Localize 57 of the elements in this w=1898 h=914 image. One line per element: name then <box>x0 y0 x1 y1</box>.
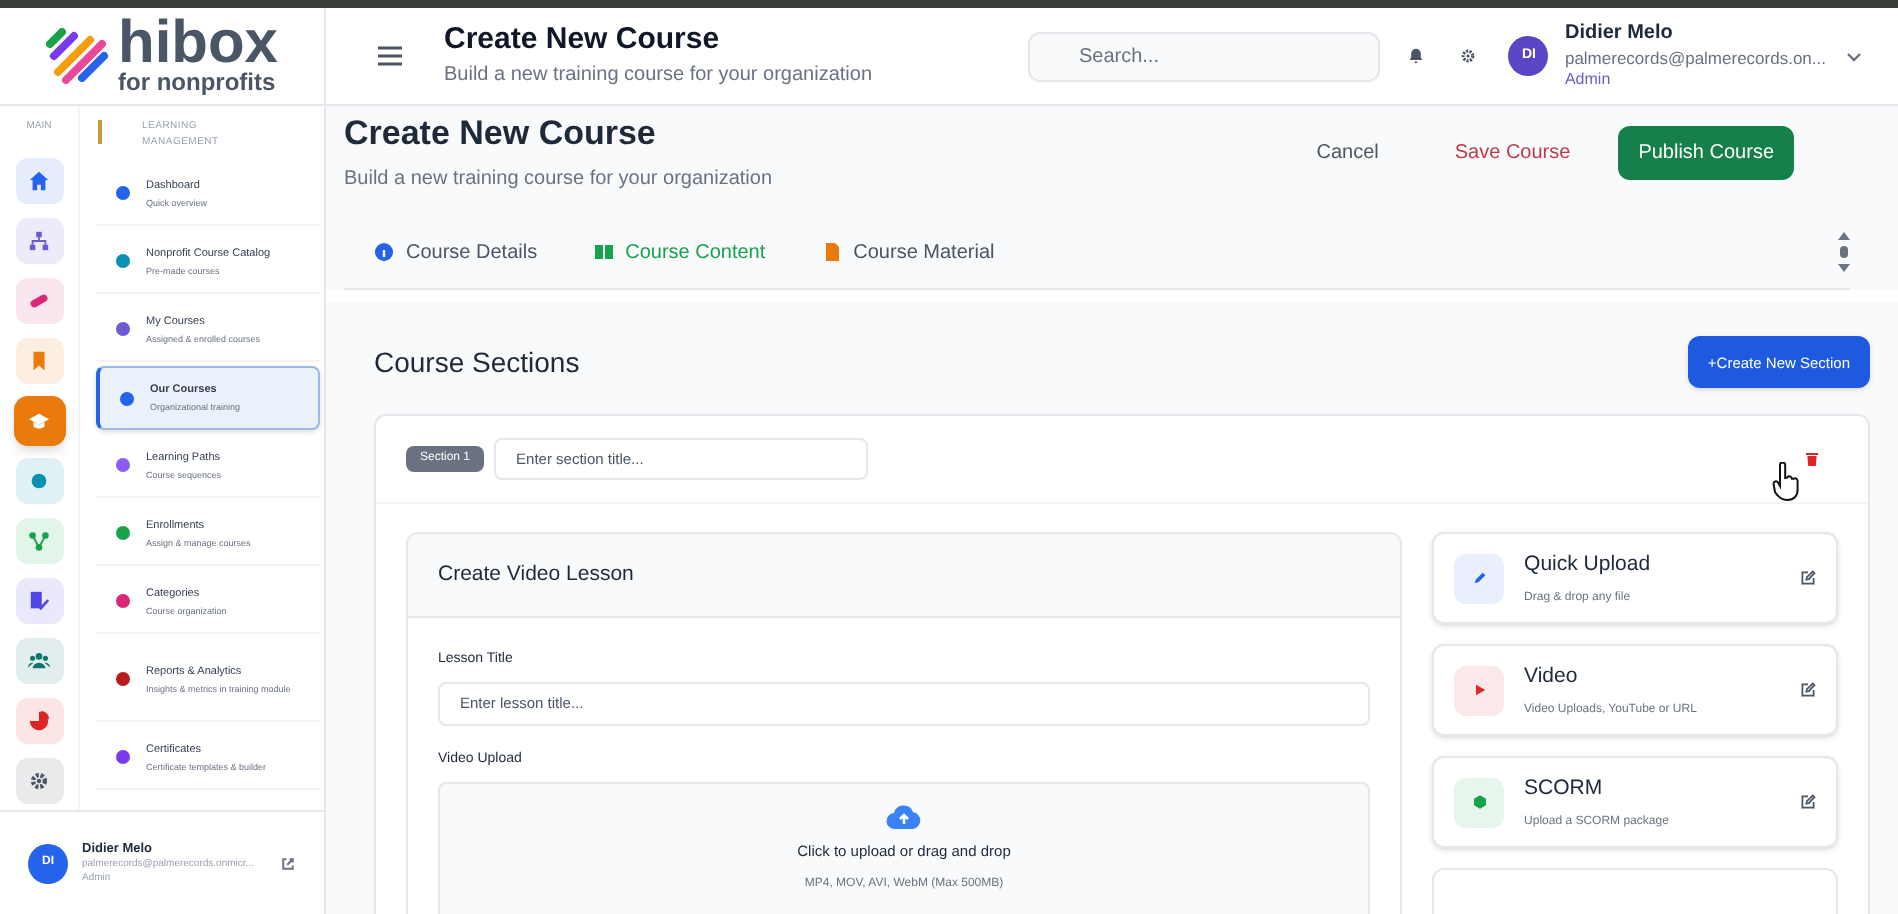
rail-button[interactable] <box>13 695 65 745</box>
publish-course-button[interactable]: Publish Course <box>1618 125 1794 179</box>
bell-icon[interactable] <box>1408 48 1425 64</box>
save-course-button[interactable]: Save Course <box>1426 126 1599 178</box>
settings-icon[interactable] <box>1460 48 1477 64</box>
rail-button[interactable] <box>13 155 65 205</box>
lesson-type-title: Video <box>1524 661 1580 692</box>
play-icon <box>1471 682 1488 699</box>
search-field[interactable]: Search... <box>1028 31 1381 81</box>
delete-icon[interactable] <box>1806 452 1818 467</box>
circle-icon <box>28 469 50 491</box>
document-icon <box>821 242 842 263</box>
tab[interactable]: Course Material <box>821 237 995 268</box>
rail-button[interactable] <box>13 575 65 625</box>
edit-icon[interactable] <box>1800 682 1816 699</box>
user-role: Admin <box>1564 69 1613 90</box>
user-name: Didier Melo <box>1564 22 1675 48</box>
tab[interactable]: Course Details <box>374 237 538 268</box>
hierarchy-icon <box>28 229 50 251</box>
rail-button[interactable] <box>13 455 65 505</box>
cloud-upload-icon <box>886 804 923 831</box>
info-icon <box>374 242 394 263</box>
logo-wordmark: hibox <box>118 18 278 70</box>
rail-button[interactable] <box>13 275 65 325</box>
people-icon <box>28 649 50 671</box>
header-subtitle: Build a new training course for your organization <box>444 61 873 90</box>
lesson-card-title: Create Video Lesson <box>438 559 634 590</box>
package-icon <box>1471 794 1488 811</box>
scroll-arrows-icon[interactable] <box>1838 230 1850 275</box>
pie-chart-icon <box>28 709 50 731</box>
document-edit-icon <box>28 589 50 611</box>
menu-icon[interactable] <box>378 46 402 66</box>
header-title: Create New Course <box>444 22 722 60</box>
settings-icon <box>28 769 50 791</box>
lesson-type-title: Quick Upload <box>1524 549 1653 580</box>
nodes-icon <box>28 529 50 551</box>
page-subtitle: Build a new training course for your organization <box>344 166 773 195</box>
edit-icon[interactable] <box>1800 570 1816 587</box>
page-title: Create New Course <box>344 112 658 155</box>
sections-heading: Course Sections <box>374 343 580 382</box>
rail-button[interactable] <box>13 215 65 265</box>
pencil-icon <box>1471 570 1488 587</box>
user-email: palmerecords@palmerecords.on... <box>1564 47 1826 70</box>
cancel-button[interactable]: Cancel <box>1288 126 1407 178</box>
graduation-cap-icon <box>28 409 50 431</box>
lesson-type-title: SCORM <box>1524 773 1605 804</box>
logo-icon <box>46 28 110 84</box>
external-link-icon[interactable] <box>280 855 296 871</box>
chevron-down-icon[interactable] <box>1846 51 1862 61</box>
bookmark-icon <box>28 349 50 371</box>
rail-button[interactable] <box>13 635 65 685</box>
home-icon <box>28 169 50 191</box>
edit-icon[interactable] <box>1800 794 1816 811</box>
logo-tagline: for nonprofits <box>118 70 278 94</box>
rail-button[interactable] <box>13 755 65 805</box>
book-icon <box>593 242 614 263</box>
rail-button[interactable] <box>13 515 65 565</box>
